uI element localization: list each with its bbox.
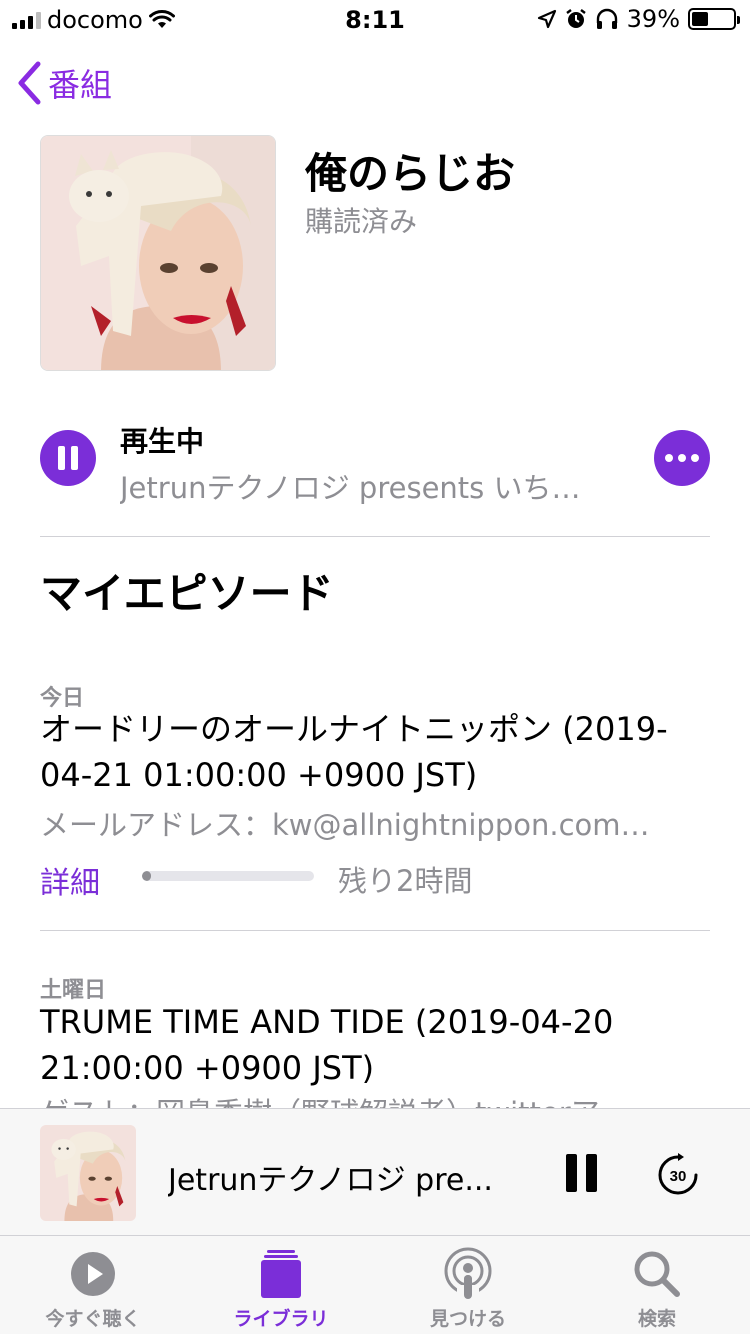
tab-listen-now[interactable]: 今すぐ聴く [18, 1246, 168, 1331]
back-label: 番組 [48, 66, 113, 104]
pause-button[interactable] [40, 430, 96, 486]
status-bar: docomo 8:11 39% [0, 0, 750, 40]
headphones-icon [596, 8, 617, 29]
chevron-left-icon [18, 61, 41, 105]
tab-search[interactable]: 検索 [582, 1246, 732, 1331]
episode-description: メールアドレス：kw@allnightnippon.com… [40, 808, 650, 842]
details-link[interactable]: 詳細 [40, 858, 100, 902]
tab-label: 検索 [637, 1308, 676, 1330]
search-icon [582, 1246, 732, 1302]
now-playing-episode[interactable]: Jetrunテクノロジ presents いち… [120, 465, 625, 507]
back-button[interactable]: 番組 [16, 60, 112, 106]
alarm-icon [565, 9, 586, 28]
mini-player-artwork [40, 1125, 136, 1221]
tab-library[interactable]: ライブラリ [206, 1246, 356, 1331]
tab-label: 今すぐ聴く [45, 1308, 141, 1330]
more-dot-icon [691, 454, 699, 462]
tab-bar: 今すぐ聴く ライブラリ 見つける 検索 [0, 1236, 750, 1334]
time-remaining: 残り2時間 [338, 864, 473, 898]
more-options-button[interactable] [654, 430, 710, 486]
subscription-status: 購読済み [305, 205, 418, 238]
battery-percent: 39% [626, 5, 680, 33]
tab-label: ライブラリ [233, 1308, 329, 1330]
battery-level [692, 12, 708, 26]
more-dot-icon [678, 454, 686, 462]
now-playing-label: 再生中 [120, 425, 205, 458]
podcast-artwork [40, 135, 276, 371]
more-dot-icon [665, 454, 673, 462]
episode-title[interactable]: オードリーのオールナイトニッポン (2019-04-21 01:00:00 +0… [40, 706, 700, 798]
section-title: マイエピソード [40, 569, 334, 618]
mini-pause-button[interactable] [566, 1154, 598, 1192]
tab-browse[interactable]: 見つける [393, 1246, 543, 1331]
mini-player[interactable]: Jetrunテクノロジ pre... 30 [0, 1108, 750, 1236]
tab-label: 見つける [429, 1308, 506, 1330]
skip-label: 30 [670, 1168, 687, 1185]
episode-progress-bar [142, 871, 314, 881]
progress-fill [142, 871, 151, 881]
play-circle-icon [18, 1246, 168, 1302]
battery-icon [688, 8, 740, 30]
library-icon [206, 1246, 356, 1302]
location-icon [537, 9, 556, 29]
divider [40, 536, 710, 537]
divider [40, 930, 710, 931]
episode-title[interactable]: TRUME TIME AND TIDE (2019-04-20 21:00:00… [40, 999, 700, 1091]
skip-forward-30-button[interactable]: 30 [656, 1153, 700, 1197]
show-title: 俺のらじお [305, 149, 516, 198]
status-right: 39% [537, 5, 740, 33]
mini-player-title[interactable]: Jetrunテクノロジ pre... [168, 1155, 518, 1199]
podcast-icon [393, 1246, 543, 1302]
